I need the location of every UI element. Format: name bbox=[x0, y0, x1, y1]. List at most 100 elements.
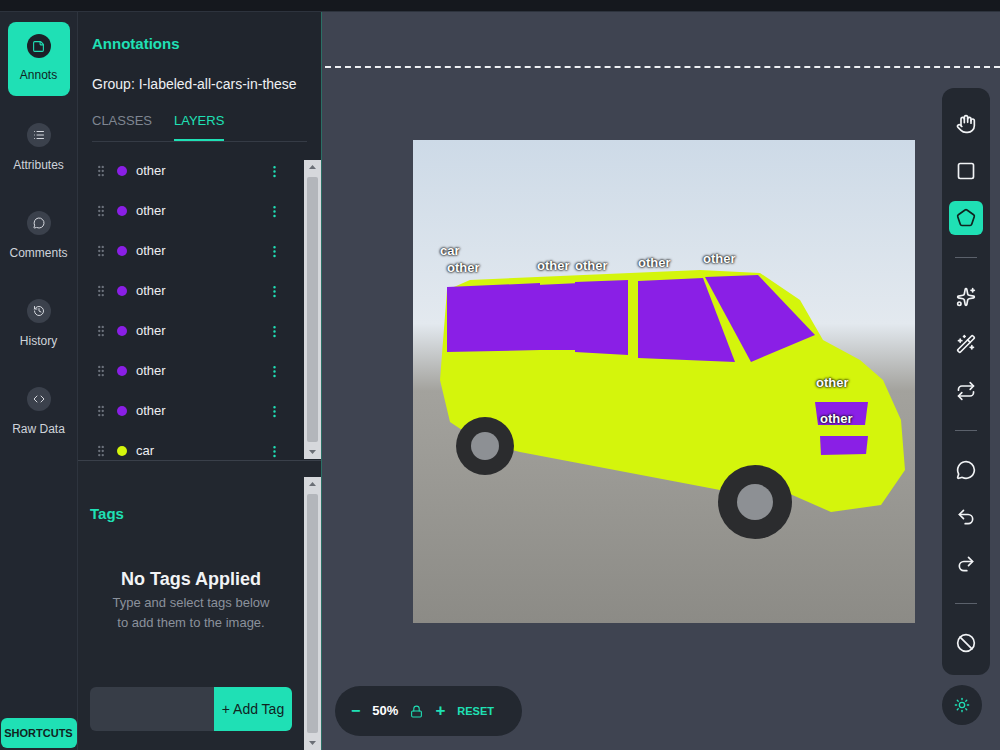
more-icon[interactable] bbox=[267, 324, 282, 339]
lock-icon[interactable] bbox=[410, 705, 423, 718]
zoom-in-button[interactable]: + bbox=[435, 698, 445, 724]
panel-tab[interactable]: LAYERS bbox=[174, 102, 224, 141]
more-icon[interactable] bbox=[267, 244, 282, 259]
layer-color-dot bbox=[117, 366, 127, 376]
annotation-label: other bbox=[703, 251, 736, 266]
scroll-down-icon[interactable] bbox=[304, 445, 321, 459]
null-icon bbox=[956, 633, 976, 653]
undo-icon bbox=[956, 507, 976, 527]
layer-label: other bbox=[136, 401, 166, 421]
annotation-polygon[interactable] bbox=[815, 402, 868, 425]
add-tag-button[interactable]: + Add Tag bbox=[214, 687, 292, 731]
annotation-polygon[interactable] bbox=[537, 283, 580, 350]
comment-icon bbox=[956, 460, 976, 480]
annotation-polygon[interactable] bbox=[638, 278, 735, 362]
layer-row[interactable]: other bbox=[78, 311, 304, 351]
annotation-polygon[interactable] bbox=[447, 283, 540, 352]
redo-icon bbox=[956, 554, 976, 574]
scroll-thumb[interactable] bbox=[307, 494, 318, 733]
drag-handle-icon[interactable] bbox=[94, 204, 108, 218]
toolbar-separator bbox=[955, 587, 977, 619]
layer-row[interactable]: other bbox=[78, 231, 304, 271]
tool-button[interactable] bbox=[949, 540, 983, 587]
annotation-label: other bbox=[820, 411, 853, 426]
canvas[interactable]: otherotherotherotherotherotherothercar−5… bbox=[322, 12, 1000, 750]
drag-handle-icon[interactable] bbox=[94, 404, 108, 418]
reset-button[interactable]: RESET bbox=[457, 703, 494, 720]
sidebar-item[interactable]: Comments bbox=[2, 192, 76, 280]
shortcuts-button[interactable]: SHORTCUTS bbox=[1, 718, 77, 748]
sidebar-item[interactable]: Raw Data bbox=[2, 368, 76, 456]
scroll-thumb[interactable] bbox=[307, 177, 318, 442]
more-icon[interactable] bbox=[267, 364, 282, 379]
layer-label: other bbox=[136, 201, 166, 221]
tool-button[interactable] bbox=[949, 619, 983, 666]
wheel bbox=[471, 432, 499, 460]
tool-button[interactable] bbox=[949, 493, 983, 540]
drag-handle-icon[interactable] bbox=[94, 164, 108, 178]
more-icon[interactable] bbox=[267, 284, 282, 299]
tool-button[interactable] bbox=[949, 100, 983, 147]
group-name: Group: I-labeled-all-cars-in-these bbox=[92, 75, 307, 93]
annotation-label: other bbox=[638, 255, 671, 270]
layer-row[interactable]: other bbox=[78, 351, 304, 391]
zoom-value: 50% bbox=[372, 701, 398, 721]
layer-scrollbar[interactable] bbox=[304, 160, 321, 459]
more-icon[interactable] bbox=[267, 404, 282, 419]
smart-icon bbox=[956, 287, 976, 307]
annotation-polygon[interactable] bbox=[820, 436, 868, 455]
settings-button[interactable] bbox=[942, 685, 982, 725]
tags-title: Tags bbox=[90, 505, 292, 523]
annotation-polygon[interactable] bbox=[440, 270, 905, 512]
box-icon bbox=[956, 161, 976, 181]
layer-color-dot bbox=[117, 206, 127, 216]
sidebar-item[interactable]: History bbox=[2, 280, 76, 368]
sidebar: Annots AttributesCommentsHistoryRaw Data S… bbox=[0, 12, 78, 750]
annotation-label: other bbox=[447, 260, 480, 275]
layer-row[interactable]: other bbox=[78, 391, 304, 431]
code-icon bbox=[33, 393, 45, 405]
more-icon[interactable] bbox=[267, 164, 282, 179]
drag-handle-icon[interactable] bbox=[94, 284, 108, 298]
more-icon[interactable] bbox=[267, 204, 282, 219]
drag-handle-icon[interactable] bbox=[94, 364, 108, 378]
layer-color-dot bbox=[117, 166, 127, 176]
tool-button[interactable] bbox=[949, 446, 983, 493]
layer-row[interactable]: other bbox=[78, 191, 304, 231]
tool-button[interactable] bbox=[949, 320, 983, 367]
polygon-icon bbox=[956, 208, 976, 228]
panel-title: Annotations bbox=[92, 35, 307, 53]
drag-handle-icon[interactable] bbox=[94, 444, 108, 458]
drag-handle-icon[interactable] bbox=[94, 244, 108, 258]
scroll-down-icon[interactable] bbox=[304, 736, 321, 750]
history-icon bbox=[33, 305, 45, 317]
annotations-panel: Annotations Group: I-labeled-all-cars-in-… bbox=[78, 12, 322, 750]
annotation-polygon[interactable] bbox=[575, 280, 628, 355]
layer-row[interactable]: other bbox=[78, 271, 304, 311]
canvas-divider bbox=[325, 66, 1000, 68]
empty-title: No Tags Applied bbox=[121, 567, 261, 591]
panel-tab[interactable]: CLASSES bbox=[92, 102, 152, 141]
tool-button[interactable] bbox=[949, 367, 983, 414]
drag-handle-icon[interactable] bbox=[94, 324, 108, 338]
wheel bbox=[456, 417, 514, 475]
scroll-up-icon[interactable] bbox=[304, 160, 321, 174]
layer-row[interactable]: car bbox=[78, 431, 304, 460]
tag-input[interactable] bbox=[90, 687, 214, 731]
empty-hint: Type and select tags below to add them t… bbox=[108, 593, 274, 633]
layer-label: other bbox=[136, 281, 166, 301]
top-bar bbox=[0, 0, 1000, 12]
tool-button[interactable] bbox=[949, 273, 983, 320]
annotated-image[interactable]: otherotherotherotherotherotherothercar bbox=[413, 140, 915, 623]
scroll-up-icon[interactable] bbox=[304, 477, 321, 491]
zoom-out-button[interactable]: − bbox=[351, 699, 360, 723]
more-icon[interactable] bbox=[267, 444, 282, 459]
sidebar-item[interactable]: Annots bbox=[8, 22, 70, 96]
layer-row[interactable]: other bbox=[78, 151, 304, 191]
tool-button[interactable] bbox=[949, 147, 983, 194]
wheel bbox=[718, 465, 792, 539]
tool-button[interactable] bbox=[949, 194, 983, 241]
annotation-icon bbox=[32, 40, 45, 53]
tags-scrollbar[interactable] bbox=[304, 477, 321, 750]
sidebar-item[interactable]: Attributes bbox=[2, 104, 76, 192]
